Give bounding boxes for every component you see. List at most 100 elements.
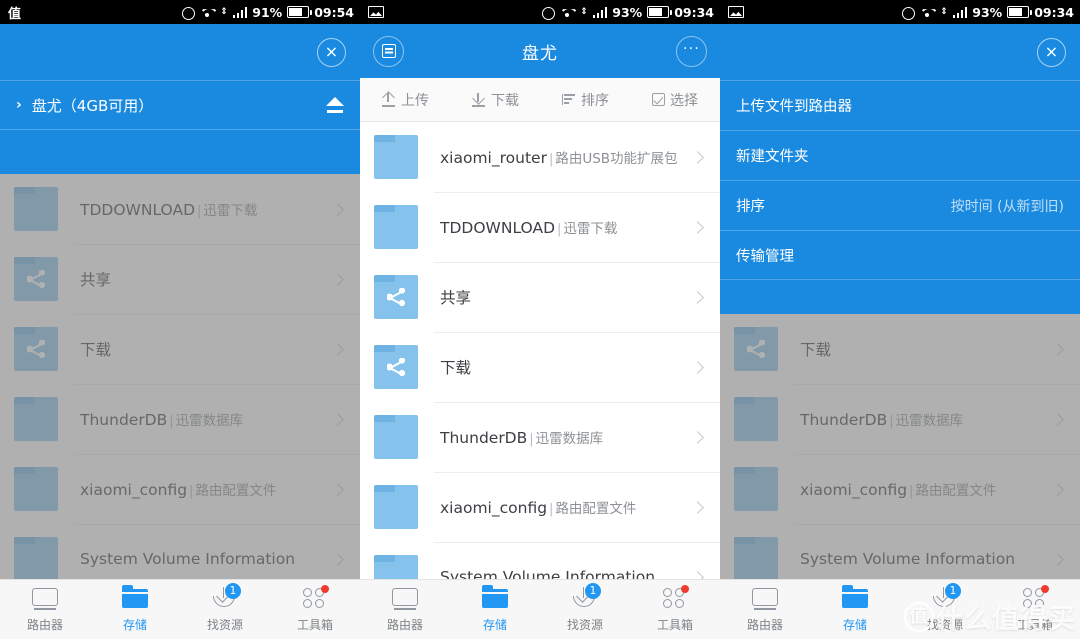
notification-dot bbox=[321, 584, 329, 593]
upload-button[interactable]: 上传 bbox=[360, 90, 450, 110]
data-updown-icon: ⇕ bbox=[220, 6, 228, 17]
shared-folder-icon bbox=[734, 327, 778, 371]
document-list-icon[interactable] bbox=[373, 35, 404, 67]
file-list: 下载 ThunderDB | 迅雷数据库 xiaomi_config | 路由配置文件 … bbox=[720, 314, 1080, 594]
action-menu-sheet: × 上传文件到路由器 新建文件夹 排序 按时间 (从新到旧) 传输管理 bbox=[720, 24, 1080, 314]
router-icon bbox=[32, 587, 58, 610]
status-right-icons: ⇕ 91% 09:54 bbox=[181, 5, 354, 20]
select-button[interactable]: 选择 bbox=[630, 90, 720, 110]
menu-item-label: 新建文件夹 bbox=[736, 149, 809, 165]
folder-icon bbox=[14, 467, 58, 511]
table-row[interactable]: xiaomi_config | 路由配置文件 bbox=[720, 454, 1080, 524]
tab-find-resources[interactable]: 1 找资源 bbox=[900, 582, 990, 633]
folder-icon bbox=[14, 537, 58, 581]
tab-router[interactable]: 路由器 bbox=[360, 587, 450, 633]
file-name: 下载 bbox=[80, 341, 112, 359]
download-icon bbox=[471, 92, 486, 107]
more-options-icon[interactable]: ··· bbox=[676, 35, 707, 67]
table-row[interactable]: xiaomi_router | 路由USB功能扩展包 bbox=[360, 122, 720, 192]
table-row[interactable]: TDDOWNLOAD | 迅雷下载 bbox=[360, 192, 720, 262]
clock: 09:34 bbox=[1034, 4, 1074, 20]
tab-storage[interactable]: 存储 bbox=[90, 584, 180, 633]
file-name: 下载 bbox=[800, 341, 832, 359]
table-row[interactable]: ThunderDB | 迅雷数据库 bbox=[720, 384, 1080, 454]
tab-router[interactable]: 路由器 bbox=[720, 587, 810, 633]
table-row[interactable]: 下载 bbox=[720, 314, 1080, 384]
table-row[interactable]: xiaomi_config | 路由配置文件 bbox=[360, 472, 720, 542]
status-left-icons: 值 bbox=[8, 3, 21, 22]
table-row[interactable]: TDDOWNLOAD | 迅雷下载 bbox=[0, 174, 360, 244]
tab-find-resources[interactable]: 1 找资源 bbox=[180, 582, 270, 633]
table-row[interactable]: 共享 bbox=[0, 244, 360, 314]
chevron-right-icon bbox=[691, 430, 704, 444]
file-name: ThunderDB | 迅雷数据库 bbox=[800, 411, 964, 429]
tab-storage[interactable]: 存储 bbox=[810, 584, 900, 633]
battery-percent: 93% bbox=[972, 4, 1003, 20]
tab-label: 存储 bbox=[482, 617, 507, 632]
folder-icon bbox=[734, 397, 778, 441]
wifi-icon bbox=[920, 6, 935, 18]
button-label: 选择 bbox=[670, 92, 698, 109]
menu-item-transfer-manager[interactable]: 传输管理 bbox=[720, 230, 1080, 280]
sort-button[interactable]: 排序 bbox=[540, 90, 630, 110]
table-row[interactable]: xiaomi_config | 路由配置文件 bbox=[0, 454, 360, 524]
close-icon[interactable]: × bbox=[1037, 37, 1066, 67]
tab-toolbox[interactable]: 工具箱 bbox=[630, 584, 720, 633]
table-row[interactable]: ThunderDB | 迅雷数据库 bbox=[360, 402, 720, 472]
chevron-right-icon: › bbox=[16, 97, 22, 113]
chevron-right-icon bbox=[691, 220, 704, 234]
menu-item-upload-to-router[interactable]: 上传文件到路由器 bbox=[720, 80, 1080, 130]
chevron-right-icon bbox=[1051, 412, 1064, 426]
eject-icon[interactable] bbox=[326, 97, 344, 113]
wifi-icon bbox=[200, 6, 215, 18]
chevron-right-icon bbox=[1051, 552, 1064, 566]
router-icon bbox=[752, 587, 778, 610]
chevron-right-icon bbox=[691, 500, 704, 514]
table-row[interactable]: 下载 bbox=[360, 332, 720, 402]
sheet-header: × bbox=[720, 24, 1080, 80]
tab-router[interactable]: 路由器 bbox=[0, 587, 90, 633]
table-row[interactable]: 下载 bbox=[0, 314, 360, 384]
menu-item-label: 传输管理 bbox=[736, 248, 794, 265]
chevron-right-icon bbox=[331, 342, 344, 356]
bottom-tab-bar: 路由器 存储 1 找资源 工具箱 bbox=[720, 579, 1080, 639]
tab-label: 找资源 bbox=[926, 617, 963, 632]
file-name: System Volume Information bbox=[800, 550, 1016, 568]
tab-storage[interactable]: 存储 bbox=[450, 584, 540, 633]
wifi-icon bbox=[560, 6, 575, 18]
file-name: TDDOWNLOAD | 迅雷下载 bbox=[440, 219, 618, 237]
panel-file-browser: ⇕ 93% 09:34 盘尤 ··· 上传 下载 排序 选择 xiaomi_ro… bbox=[360, 0, 720, 639]
panel-drive-selector: 值 ⇕ 91% 09:54 × › 盘尤（4GB可用） TDDOWNLOAD |… bbox=[0, 0, 360, 639]
tab-label: 存储 bbox=[842, 617, 867, 632]
badge-count: 1 bbox=[585, 582, 601, 599]
tab-label: 工具箱 bbox=[656, 617, 693, 632]
folder-icon bbox=[122, 584, 148, 608]
status-bar: ⇕ 93% 09:34 bbox=[720, 0, 1080, 24]
tab-toolbox[interactable]: 工具箱 bbox=[270, 584, 360, 633]
chevron-right-icon bbox=[331, 202, 344, 216]
close-icon[interactable]: × bbox=[317, 37, 346, 67]
folder-icon bbox=[374, 485, 418, 529]
menu-item-new-folder[interactable]: 新建文件夹 bbox=[720, 130, 1080, 180]
file-name: System Volume Information bbox=[80, 550, 296, 568]
battery-icon bbox=[647, 6, 673, 18]
download-button[interactable]: 下载 bbox=[450, 90, 540, 110]
button-label: 排序 bbox=[581, 92, 609, 109]
clock: 09:34 bbox=[674, 4, 714, 20]
tab-label: 路由器 bbox=[26, 617, 63, 632]
page-title: 盘尤 bbox=[522, 43, 558, 64]
file-name: xiaomi_router | 路由USB功能扩展包 bbox=[440, 149, 678, 167]
tab-find-resources[interactable]: 1 找资源 bbox=[540, 582, 630, 633]
table-row[interactable]: ThunderDB | 迅雷数据库 bbox=[0, 384, 360, 454]
table-row[interactable]: 共享 bbox=[360, 262, 720, 332]
check-square-icon bbox=[652, 93, 665, 106]
tab-label: 工具箱 bbox=[1016, 617, 1053, 632]
tab-toolbox[interactable]: 工具箱 bbox=[990, 584, 1080, 633]
drive-item[interactable]: › 盘尤（4GB可用） bbox=[0, 80, 360, 130]
tab-label: 路由器 bbox=[386, 617, 423, 632]
menu-item-sort[interactable]: 排序 按时间 (从新到旧) bbox=[720, 180, 1080, 230]
folder-icon bbox=[734, 467, 778, 511]
folder-icon bbox=[482, 584, 508, 608]
value-char-icon: 值 bbox=[8, 6, 22, 22]
data-updown-icon: ⇕ bbox=[940, 6, 948, 17]
